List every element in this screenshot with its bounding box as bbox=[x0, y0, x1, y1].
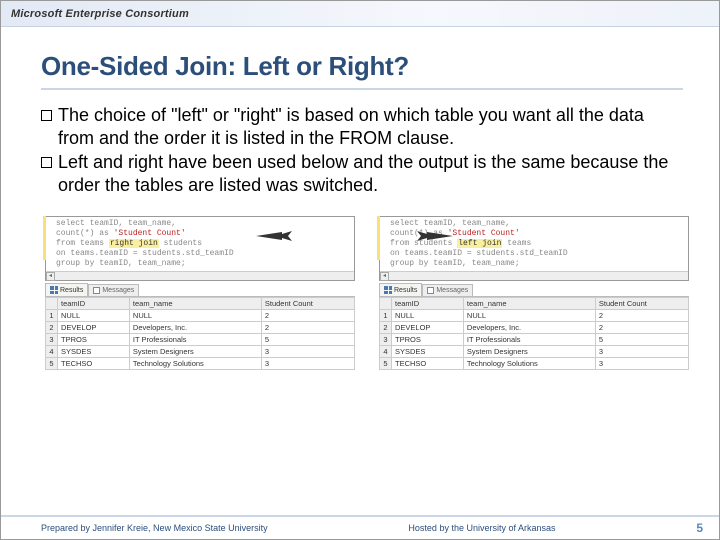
sql-code-box: select teamID, team_name, count(*) as 'S… bbox=[45, 216, 355, 281]
code-line: from teams right join students bbox=[56, 239, 350, 249]
code-line: group by teamID, team_name; bbox=[56, 259, 350, 269]
code-line: group by teamID, team_name; bbox=[390, 259, 684, 269]
scroll-left-icon[interactable]: ◂ bbox=[46, 272, 55, 281]
sql-capture-right: select teamID, team_name, count(*) as 'S… bbox=[379, 216, 689, 370]
table-row: 1NULLNULL2 bbox=[46, 310, 355, 322]
sql-capture-left: select teamID, team_name, count(*) as 'S… bbox=[45, 216, 355, 370]
bullet-item: Left and right have been used below and … bbox=[41, 151, 683, 196]
footer: Prepared by Jennifer Kreie, New Mexico S… bbox=[1, 515, 719, 539]
table-row: 5TECHSOTechnology Solutions3 bbox=[46, 358, 355, 370]
bullet-item: The choice of "left" or "right" is based… bbox=[41, 104, 683, 149]
table-row: 4SYSDESSystem Designers3 bbox=[380, 346, 689, 358]
scroll-left-icon[interactable]: ◂ bbox=[380, 272, 389, 281]
tab-results[interactable]: Results bbox=[45, 283, 88, 296]
page-title: One-Sided Join: Left or Right? bbox=[41, 51, 683, 82]
grid-icon bbox=[50, 286, 58, 294]
table-row: 4SYSDESSystem Designers3 bbox=[46, 346, 355, 358]
table-row: 3TPROSIT Professionals5 bbox=[46, 334, 355, 346]
title-rule bbox=[41, 88, 683, 90]
content-area: One-Sided Join: Left or Right? The choic… bbox=[1, 27, 719, 208]
footer-right: Hosted by the University of Arkansas bbox=[408, 523, 555, 533]
consortium-title: Microsoft Enterprise Consortium bbox=[11, 8, 189, 20]
tab-label: Results bbox=[60, 287, 83, 294]
result-tabs: Results Messages bbox=[379, 283, 689, 297]
table-row: 5TECHSOTechnology Solutions3 bbox=[380, 358, 689, 370]
code-line: on teams.teamID = students.std_teamID bbox=[56, 249, 350, 259]
table-header-row: teamID team_name Student Count bbox=[46, 298, 355, 310]
page-number: 5 bbox=[696, 521, 703, 535]
table-header-row: teamID team_name Student Count bbox=[380, 298, 689, 310]
messages-icon bbox=[427, 287, 434, 294]
bullet-box-icon bbox=[41, 110, 52, 121]
tab-messages[interactable]: Messages bbox=[422, 284, 473, 296]
tab-results[interactable]: Results bbox=[379, 283, 422, 296]
tab-messages[interactable]: Messages bbox=[88, 284, 139, 296]
code-line: select teamID, team_name, bbox=[390, 219, 684, 229]
bullet-list: The choice of "left" or "right" is based… bbox=[41, 104, 683, 196]
messages-icon bbox=[93, 287, 100, 294]
code-line: select teamID, team_name, bbox=[56, 219, 350, 229]
result-tabs: Results Messages bbox=[45, 283, 355, 297]
topbar: Microsoft Enterprise Consortium bbox=[1, 1, 719, 27]
code-line: count(*) as 'Student Count' bbox=[56, 229, 350, 239]
grid-icon bbox=[384, 286, 392, 294]
table-row: 2DEVELOPDevelopers, Inc.2 bbox=[380, 322, 689, 334]
tab-label: Messages bbox=[436, 287, 468, 294]
tab-label: Messages bbox=[102, 287, 134, 294]
bullet-text: Left and right have been used below and … bbox=[58, 151, 683, 196]
callout-arrow-icon bbox=[415, 229, 455, 243]
screenshot-row: select teamID, team_name, count(*) as 'S… bbox=[1, 208, 719, 370]
callout-arrow-icon bbox=[254, 229, 294, 243]
sql-code-lines: select teamID, team_name, count(*) as 'S… bbox=[46, 217, 354, 271]
footer-left: Prepared by Jennifer Kreie, New Mexico S… bbox=[41, 523, 268, 533]
results-table: teamID team_name Student Count 1NULLNULL… bbox=[45, 297, 355, 370]
h-scrollbar[interactable]: ◂ bbox=[380, 271, 688, 280]
results-table: teamID team_name Student Count 1NULLNULL… bbox=[379, 297, 689, 370]
sql-code-box: select teamID, team_name, count(*) as 'S… bbox=[379, 216, 689, 281]
table-row: 3TPROSIT Professionals5 bbox=[380, 334, 689, 346]
h-scrollbar[interactable]: ◂ bbox=[46, 271, 354, 280]
table-row: 2DEVELOPDevelopers, Inc.2 bbox=[46, 322, 355, 334]
bullet-text: The choice of "left" or "right" is based… bbox=[58, 104, 683, 149]
tab-label: Results bbox=[394, 287, 417, 294]
code-line: on teams.teamID = students.std_teamID bbox=[390, 249, 684, 259]
table-row: 1NULLNULL2 bbox=[380, 310, 689, 322]
bullet-box-icon bbox=[41, 157, 52, 168]
sql-code-lines: select teamID, team_name, count(*) as 'S… bbox=[380, 217, 688, 271]
